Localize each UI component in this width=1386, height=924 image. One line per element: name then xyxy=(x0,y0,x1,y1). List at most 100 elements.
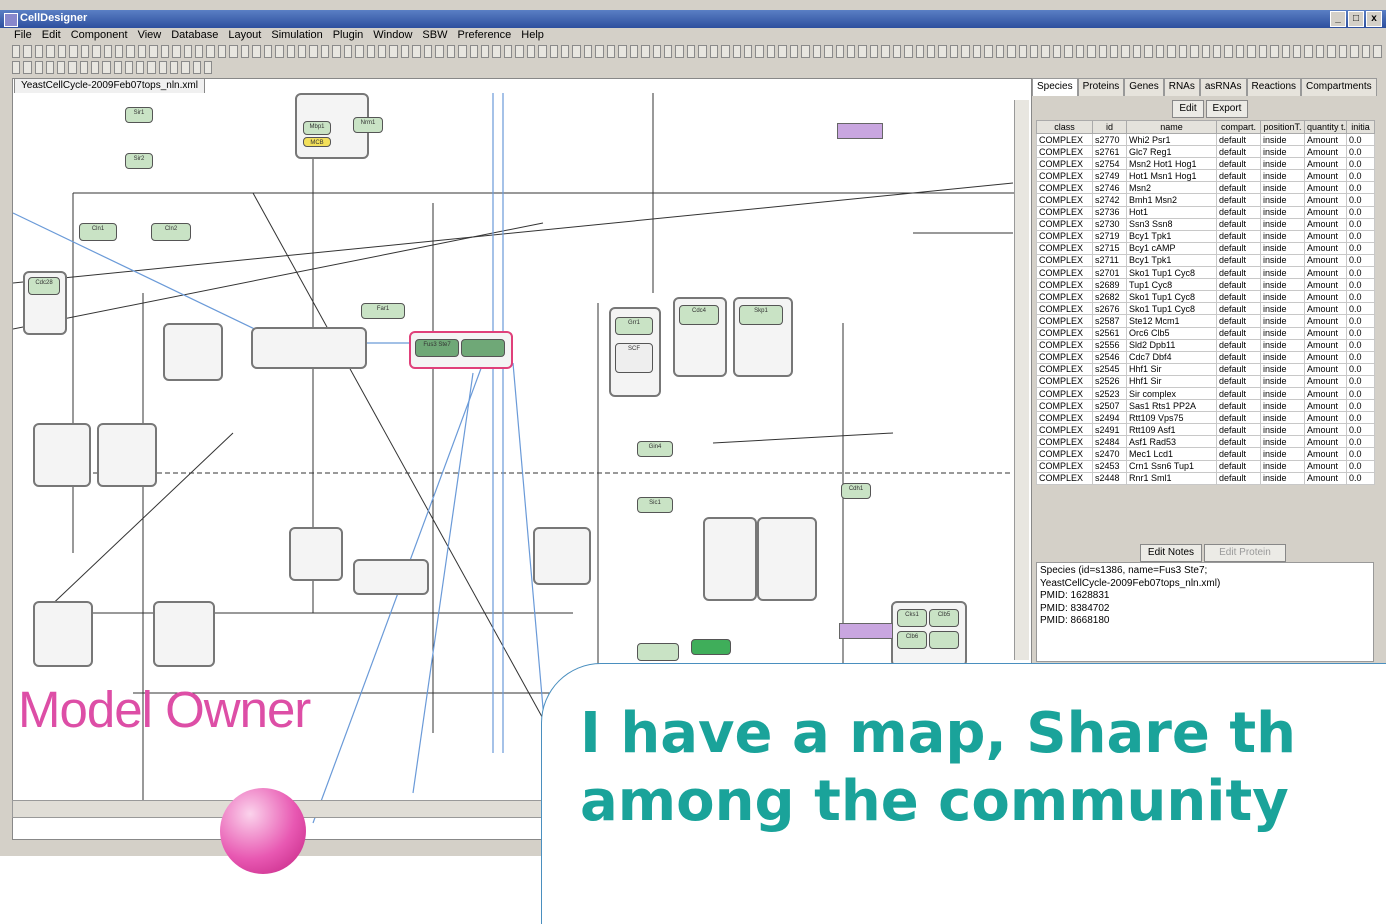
edit-notes-button[interactable]: Edit Notes xyxy=(1140,544,1202,562)
table-row[interactable]: COMPLEX s2770 Whi2 Psr1 default inside Amount… xyxy=(1036,132,1375,147)
toolbar-tool-icon[interactable] xyxy=(332,44,341,58)
toolbar-tool-icon[interactable] xyxy=(69,44,78,58)
species-node[interactable]: Clb6 xyxy=(897,631,927,649)
toolbar-tool-icon[interactable] xyxy=(835,44,844,58)
table-row[interactable]: COMPLEX s2754 Msn2 Hot1 Hog1 default inside A… xyxy=(1036,157,1375,171)
toolbar-tool-icon[interactable] xyxy=(1304,44,1313,58)
toolbar-tool-icon[interactable] xyxy=(641,44,650,58)
menu-layout[interactable]: Layout xyxy=(228,29,261,41)
tab-reactions[interactable]: Reactions xyxy=(1246,78,1302,96)
species-node[interactable]: Cdc4 xyxy=(679,305,719,325)
toolbar-tool-icon[interactable] xyxy=(812,44,822,58)
toolbar-tool-icon[interactable] xyxy=(480,44,490,58)
toolbar-tool-icon[interactable] xyxy=(102,60,111,74)
toolbar-tool-icon[interactable] xyxy=(1270,44,1279,58)
complex-node[interactable] xyxy=(33,601,93,667)
diagram-vertical-scrollbar[interactable] xyxy=(1014,100,1029,660)
table-row[interactable]: COMPLEX s2523 Sir complex default inside Amou… xyxy=(1036,386,1375,401)
complex-node[interactable] xyxy=(289,527,343,581)
edit-button[interactable]: Edit xyxy=(1172,100,1204,118)
dna-node[interactable]: MCB xyxy=(303,137,331,147)
complex-node[interactable] xyxy=(353,559,429,595)
toolbar-tool-icon[interactable] xyxy=(1293,44,1302,58)
toolbar-tool-icon[interactable] xyxy=(1281,44,1290,58)
toolbar-tool-icon[interactable] xyxy=(412,44,421,58)
toolbar-tool-icon[interactable] xyxy=(149,44,158,58)
toolbar-tool-icon[interactable] xyxy=(23,60,32,74)
toolbar-tool-icon[interactable] xyxy=(663,44,673,58)
complex-node[interactable]: Cdc28 xyxy=(23,271,67,335)
toolbar-tool-icon[interactable] xyxy=(169,60,179,74)
toolbar-tool-icon[interactable] xyxy=(195,44,204,58)
complex-node[interactable] xyxy=(703,517,757,601)
minimize-button[interactable]: _ xyxy=(1330,11,1346,27)
toolbar-tool-icon[interactable] xyxy=(801,44,810,58)
complex-node[interactable]: Grr1 SCF xyxy=(609,307,661,397)
toolbar-tool-icon[interactable] xyxy=(572,44,581,58)
toolbar-tool-icon[interactable] xyxy=(686,44,696,58)
toolbar-tool-icon[interactable] xyxy=(995,44,1005,58)
species-node[interactable]: Skp1 xyxy=(739,305,783,325)
toolbar-tool-icon[interactable] xyxy=(732,44,741,58)
table-row[interactable]: COMPLEX s2730 Ssn3 Ssn8 default inside Amount… xyxy=(1036,217,1375,231)
toolbar-tool-icon[interactable] xyxy=(709,44,719,58)
toolbar-tool-icon[interactable] xyxy=(1098,44,1107,58)
phenotype-node[interactable] xyxy=(837,123,883,139)
toolbar-tool-icon[interactable] xyxy=(744,44,753,58)
toolbar-tool-icon[interactable] xyxy=(961,44,970,58)
toolbar-tool-icon[interactable] xyxy=(68,60,77,74)
species-node[interactable]: Gin4 xyxy=(637,441,673,457)
toolbar-tool-icon[interactable] xyxy=(595,44,604,58)
column-header[interactable]: quantity t. xyxy=(1304,120,1347,134)
toolbar-tool-icon[interactable] xyxy=(435,44,444,58)
complex-node[interactable]: Skp1 xyxy=(733,297,793,377)
toolbar-tool-icon[interactable] xyxy=(400,44,410,58)
export-button[interactable]: Export xyxy=(1206,100,1248,118)
table-row[interactable]: COMPLEX s2556 Sld2 Dpb11 default inside Amoun… xyxy=(1036,338,1375,352)
toolbar-tool-icon[interactable] xyxy=(343,44,353,58)
toolbar-tool-icon[interactable] xyxy=(824,44,833,58)
toolbar-tool-icon[interactable] xyxy=(1258,44,1268,58)
toolbar-tool-icon[interactable] xyxy=(1212,44,1222,58)
toolbar-tool-icon[interactable] xyxy=(355,44,364,58)
toolbar-tool-icon[interactable] xyxy=(137,44,147,58)
toolbar-tool-icon[interactable] xyxy=(1075,44,1085,58)
species-node[interactable]: Clb5 xyxy=(929,609,959,627)
column-header[interactable]: compart. xyxy=(1216,120,1261,134)
toolbar-tool-icon[interactable] xyxy=(389,44,398,58)
menu-component[interactable]: Component xyxy=(71,29,128,41)
toolbar-tool-icon[interactable] xyxy=(23,44,32,58)
toolbar-tool-icon[interactable] xyxy=(1121,44,1130,58)
toolbar-tool-icon[interactable] xyxy=(789,44,799,58)
species-node[interactable]: SCF xyxy=(615,343,653,373)
toolbar-tool-icon[interactable] xyxy=(1201,44,1210,58)
toolbar-tool-icon[interactable] xyxy=(158,60,167,74)
toolbar-tool-icon[interactable] xyxy=(1007,44,1016,58)
species-node[interactable]: Grr1 xyxy=(615,317,653,335)
toolbar-tool-icon[interactable] xyxy=(549,44,558,58)
toolbar-tool-icon[interactable] xyxy=(503,44,513,58)
toolbar-tool-icon[interactable] xyxy=(1247,44,1256,58)
toolbar-tool-icon[interactable] xyxy=(320,44,330,58)
menu-file[interactable]: File xyxy=(14,29,32,41)
toolbar-tool-icon[interactable] xyxy=(12,60,21,74)
species-node[interactable]: Cdc28 xyxy=(28,277,60,295)
toolbar-tool-icon[interactable] xyxy=(1178,44,1188,58)
complex-node[interactable] xyxy=(251,327,367,369)
toolbar-tool-icon[interactable] xyxy=(124,60,134,74)
toolbar-tool-icon[interactable] xyxy=(1373,44,1382,58)
column-header[interactable]: class xyxy=(1036,120,1093,134)
toolbar-tool-icon[interactable] xyxy=(446,44,456,58)
table-row[interactable]: COMPLEX s2689 Tup1 Cyc8 default inside Amount… xyxy=(1036,278,1375,292)
toolbar-tool-icon[interactable] xyxy=(492,44,501,58)
table-row[interactable]: COMPLEX s2545 Hhf1 Sir default inside Amount 0… xyxy=(1036,362,1375,376)
toolbar-tool-icon[interactable] xyxy=(378,44,387,58)
table-row[interactable]: COMPLEX s2715 Bcy1 cAMP default inside Amount… xyxy=(1036,241,1375,255)
toolbar-tool-icon[interactable] xyxy=(858,44,867,58)
selected-complex-fus3-ste7[interactable]: Fus3 Ste7 xyxy=(409,331,513,369)
species-node[interactable]: Cdh1 xyxy=(841,483,871,499)
tab-rnas[interactable]: RNAs xyxy=(1163,78,1200,96)
complex-node[interactable]: Cks1 Clb5 Clb6 xyxy=(891,601,967,667)
menu-window[interactable]: Window xyxy=(373,29,412,41)
species-node[interactable]: Cln2 xyxy=(151,223,191,241)
